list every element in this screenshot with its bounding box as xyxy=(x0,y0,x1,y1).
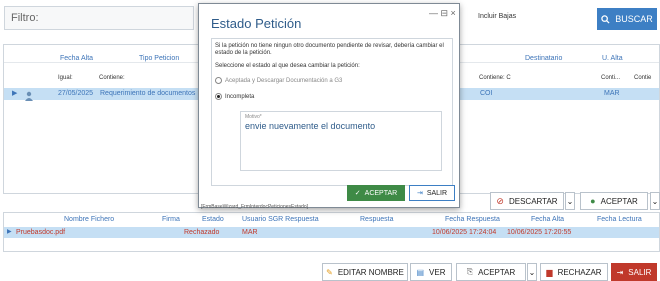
row-expand-icon[interactable]: ▶ xyxy=(12,89,17,97)
filter-tipo[interactable]: Contiene: xyxy=(99,75,125,81)
row-destinatario: COI xyxy=(480,90,493,97)
col-estado[interactable]: Estado xyxy=(202,216,224,223)
descartar-label: DESCARTAR xyxy=(508,196,558,206)
dialog-footer: [FrmBaseWizard_FrmInterdocPeticionesEsta… xyxy=(201,204,308,210)
radio-incompleta[interactable] xyxy=(215,93,222,100)
col-fecha-respuesta[interactable]: Fecha Respuesta xyxy=(445,216,500,223)
col-usuario-sgr[interactable]: Usuario SGR Respuesta xyxy=(242,216,319,223)
search-icon xyxy=(601,14,610,24)
document-icon: ▤ xyxy=(416,267,425,277)
col-fecha-alta[interactable]: Fecha Alta xyxy=(531,216,564,223)
col-u-alta[interactable]: U. Alta xyxy=(602,55,623,62)
check-icon: ✓ xyxy=(354,190,361,197)
exit-icon: ⇥ xyxy=(616,267,624,277)
dialog-body: Si la petición no tiene ningun otro docu… xyxy=(211,38,453,186)
select-label: Seleccione el estado al que desea cambia… xyxy=(215,63,360,69)
aceptar-label: ACEPTAR xyxy=(478,267,516,277)
exit-icon: ⇥ xyxy=(416,190,423,197)
col-nombre-fichero[interactable]: Nombre Fichero xyxy=(64,216,114,223)
col-tipo-peticion[interactable]: Tipo Peticion xyxy=(139,55,179,62)
dialog-title: Estado Petición xyxy=(211,16,302,31)
salir-label: SALIR xyxy=(628,267,652,277)
row-u-alta: MAR xyxy=(604,90,620,97)
col-fecha-alta[interactable]: Fecha Alta xyxy=(60,55,93,62)
aceptar-button-mid[interactable]: ● ACEPTAR xyxy=(580,192,648,210)
dialog-salir-label: SALIR xyxy=(426,189,448,197)
ficheros-grid: Nombre Fichero Firma Estado Usuario SGR … xyxy=(3,212,660,252)
aceptar-dropdown[interactable]: ⌄ xyxy=(650,192,660,210)
salir-button[interactable]: ⇥ SALIR xyxy=(611,263,657,281)
row-fecha-respuesta: 10/06/2025 17:24:04 xyxy=(432,229,497,236)
motivo-field[interactable]: Motivo* envie nuevamente el documento xyxy=(240,111,442,171)
descartar-dropdown[interactable]: ⌄ xyxy=(565,192,575,210)
col-respuesta[interactable]: Respuesta xyxy=(360,216,393,223)
rechazar-label: RECHAZAR xyxy=(557,267,602,277)
option-incompleta-label: Incompleta xyxy=(225,94,255,101)
row-estado: Rechazado xyxy=(184,229,220,236)
filter-input[interactable]: Filtro: xyxy=(4,6,194,30)
option-aceptada[interactable]: Aceptada y Descargar Documentación a G3 xyxy=(215,77,342,85)
ver-button[interactable]: ▤ VER xyxy=(410,263,452,281)
row-fichero: Pruebasdoc.pdf xyxy=(16,229,66,236)
filter-destinatario[interactable]: Contiene: C xyxy=(479,75,511,81)
estado-peticion-dialog: Estado Petición — ⊟ × Si la petición no … xyxy=(198,3,460,210)
lower-header-row: Nombre Fichero Firma Estado Usuario SGR … xyxy=(4,215,659,225)
filter-contie[interactable]: Contie xyxy=(634,75,651,81)
aceptar-label-mid: ACEPTAR xyxy=(600,196,638,206)
motivo-label: Motivo* xyxy=(245,114,262,120)
reject-icon: ▆ xyxy=(546,267,553,277)
dialog-salir-button[interactable]: ⇥ SALIR xyxy=(409,185,455,201)
row-fecha-alta: 27/05/2025 xyxy=(58,90,94,97)
ver-label: VER xyxy=(429,267,446,277)
search-button[interactable]: BUSCAR xyxy=(597,8,657,30)
approve-icon: ⎘ xyxy=(466,267,474,276)
search-button-label: BUSCAR xyxy=(615,14,653,24)
col-firma[interactable]: Firma xyxy=(162,216,180,223)
check-circle-icon: ● xyxy=(590,196,596,206)
col-fecha-lectura[interactable]: Fecha Lectura xyxy=(597,216,642,223)
chevron-down-icon: ⌄ xyxy=(651,196,659,206)
filter-u-alta[interactable]: Conti... xyxy=(601,75,620,81)
option-incompleta[interactable]: Incompleta xyxy=(215,93,254,101)
chevron-down-icon: ⌄ xyxy=(566,196,574,206)
user-icon xyxy=(24,88,34,101)
motivo-value: envie nuevamente el documento xyxy=(245,121,376,131)
include-bajas-label[interactable]: Incluir Bajas xyxy=(478,13,516,20)
chevron-down-icon: ⌄ xyxy=(528,267,536,277)
editar-nombre-label: EDITAR NOMBRE xyxy=(337,267,404,277)
radio-aceptada[interactable] xyxy=(215,77,222,84)
option-aceptada-label: Aceptada y Descargar Documentación a G3 xyxy=(225,78,343,85)
dialog-aceptar-button[interactable]: ✓ ACEPTAR xyxy=(347,185,405,201)
descartar-button[interactable]: ⊘ DESCARTAR xyxy=(490,192,564,210)
dialog-aceptar-label: ACEPTAR xyxy=(364,189,398,197)
aceptar-dropdown-bottom[interactable]: ⌄ xyxy=(527,263,537,281)
row-fecha-alta: 10/06/2025 17:20:55 xyxy=(507,229,572,236)
info-text: Si la petición no tiene ningun otro docu… xyxy=(215,43,444,56)
cancel-icon: ⊘ xyxy=(496,195,504,206)
filter-fecha[interactable]: Igual: xyxy=(58,75,73,81)
row-usuario: MAR xyxy=(242,229,258,236)
col-destinatario[interactable]: Destinatario xyxy=(525,55,562,62)
pencil-icon: ✎ xyxy=(326,267,333,277)
rechazar-button[interactable]: ▆ RECHAZAR xyxy=(540,263,608,281)
row-tipo: Requerimiento de documentos xyxy=(100,90,196,97)
window-controls[interactable]: — ⊟ × xyxy=(429,8,456,19)
row-expand-icon[interactable]: ▶ xyxy=(7,228,12,235)
table-row[interactable]: ▶ Pruebasdoc.pdf Rechazado MAR 10/06/202… xyxy=(4,227,659,238)
aceptar-button[interactable]: ⎘ ACEPTAR xyxy=(456,263,526,281)
editar-nombre-button[interactable]: ✎ EDITAR NOMBRE xyxy=(322,263,408,281)
